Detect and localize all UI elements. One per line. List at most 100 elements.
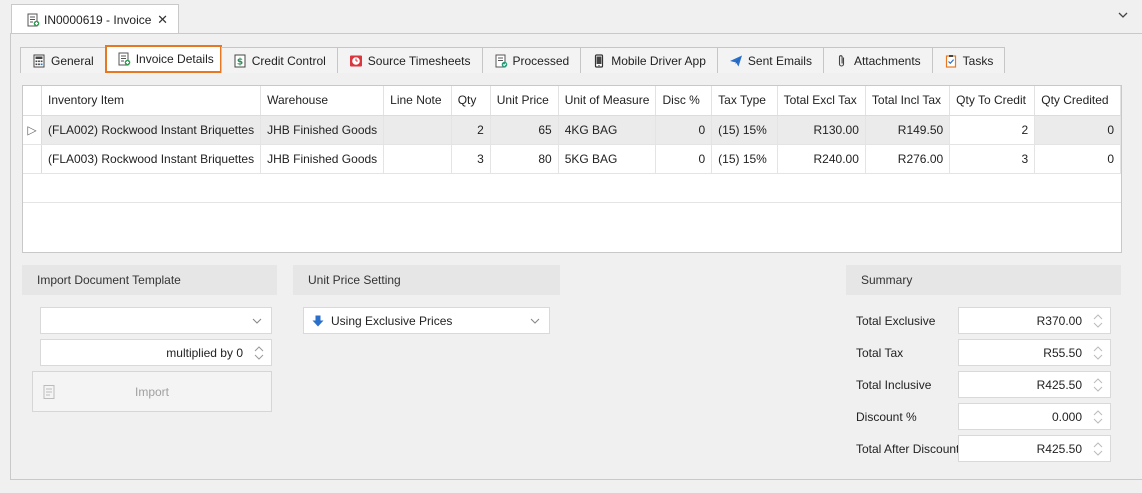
column-header-qty[interactable]: Qty bbox=[451, 86, 491, 116]
new-row-placeholder[interactable] bbox=[41, 173, 1121, 203]
total-after-discount-field[interactable]: R425.50 bbox=[958, 435, 1111, 462]
cell-qty-credited[interactable]: 0 bbox=[1034, 115, 1121, 145]
tab-label: Credit Control bbox=[251, 53, 326, 68]
chevron-down-icon[interactable] bbox=[529, 315, 541, 327]
tab-sent-emails[interactable]: Sent Emails bbox=[716, 47, 824, 73]
total-exclusive-field[interactable]: R370.00 bbox=[958, 307, 1111, 334]
row-indicator[interactable]: ▷ bbox=[23, 115, 42, 145]
import-document-icon bbox=[41, 384, 57, 400]
cell-line-note[interactable] bbox=[383, 144, 452, 174]
svg-text:$: $ bbox=[237, 57, 243, 67]
cell-inventory-item[interactable]: (FLA002) Rockwood Instant Briquettes bbox=[41, 115, 262, 145]
grid-header-row: Inventory Item Warehouse Line Note Qty U… bbox=[23, 86, 1121, 116]
tab-attachments[interactable]: Attachments bbox=[822, 47, 933, 73]
cell-qty-credited[interactable]: 0 bbox=[1034, 144, 1121, 174]
invoice-lines-table: Inventory Item Warehouse Line Note Qty U… bbox=[23, 86, 1121, 203]
row-indicator[interactable] bbox=[23, 173, 42, 203]
cell-total-excl-tax[interactable]: R240.00 bbox=[777, 144, 866, 174]
tab-invoice-details[interactable]: Invoice Details bbox=[104, 45, 222, 73]
document-tab[interactable]: IN0000619 - Invoice ✕ bbox=[11, 4, 179, 34]
column-header-disc[interactable]: Disc % bbox=[655, 86, 713, 116]
invoice-lines-grid[interactable]: Inventory Item Warehouse Line Note Qty U… bbox=[22, 85, 1122, 253]
cell-unit-of-measure[interactable]: 4KG BAG bbox=[558, 115, 657, 145]
import-button-label: Import bbox=[134, 384, 169, 399]
tab-label: Processed bbox=[512, 53, 570, 68]
cell-qty[interactable]: 3 bbox=[451, 144, 491, 174]
column-header-qty-to-credit[interactable]: Qty To Credit bbox=[949, 86, 1036, 116]
column-header-total-excl-tax[interactable]: Total Excl Tax bbox=[777, 86, 866, 116]
column-header-unit-price[interactable]: Unit Price bbox=[490, 86, 559, 116]
paperclip-icon bbox=[835, 54, 849, 68]
spinner-arrows-icon[interactable] bbox=[1091, 407, 1105, 427]
column-header-tax-type[interactable]: Tax Type bbox=[711, 86, 778, 116]
spinner-arrows-icon[interactable] bbox=[1091, 311, 1105, 331]
spinner-arrows-icon[interactable] bbox=[1091, 375, 1105, 395]
tab-label: Tasks bbox=[962, 53, 994, 68]
cell-qty[interactable]: 2 bbox=[451, 115, 491, 145]
invoice-content-panel: General Invoice Details $ Credit Control… bbox=[10, 33, 1142, 480]
column-header-unit-of-measure[interactable]: Unit of Measure bbox=[558, 86, 657, 116]
column-header-total-incl-tax[interactable]: Total Incl Tax bbox=[865, 86, 951, 116]
table-row-empty[interactable] bbox=[23, 173, 1121, 203]
discount-percent-field[interactable]: 0.000 bbox=[958, 403, 1111, 430]
column-header-line-note[interactable]: Line Note bbox=[383, 86, 452, 116]
cell-unit-of-measure[interactable]: 5KG BAG bbox=[558, 144, 657, 174]
document-add-icon bbox=[117, 52, 131, 66]
cell-line-note[interactable] bbox=[383, 115, 452, 145]
invoice-document-icon bbox=[26, 13, 40, 27]
unit-price-setting-header: Unit Price Setting bbox=[293, 265, 560, 295]
cell-inventory-item[interactable]: (FLA003) Rockwood Instant Briquettes bbox=[41, 144, 262, 174]
cell-total-incl-tax[interactable]: R276.00 bbox=[865, 144, 951, 174]
tab-label: Sent Emails bbox=[747, 53, 812, 68]
multiplier-spinner[interactable]: multiplied by 0 bbox=[40, 339, 272, 366]
close-tab-icon[interactable]: ✕ bbox=[157, 12, 168, 28]
table-row[interactable]: (FLA003) Rockwood Instant Briquettes JHB… bbox=[23, 144, 1121, 174]
clipboard-icon bbox=[944, 54, 958, 68]
total-inclusive-field[interactable]: R425.50 bbox=[958, 371, 1111, 398]
cell-unit-price[interactable]: 65 bbox=[490, 115, 559, 145]
cell-tax-type[interactable]: (15) 15% bbox=[711, 144, 778, 174]
unit-price-setting-value: Using Exclusive Prices bbox=[331, 313, 453, 328]
tab-label: Source Timesheets bbox=[367, 53, 471, 68]
cell-total-excl-tax[interactable]: R130.00 bbox=[777, 115, 866, 145]
spinner-arrows-icon[interactable] bbox=[1091, 439, 1105, 459]
tab-source-timesheets[interactable]: Source Timesheets bbox=[336, 47, 483, 73]
multiplier-value: multiplied by 0 bbox=[166, 345, 243, 360]
chevron-down-icon[interactable] bbox=[251, 315, 263, 327]
column-header-inventory-item[interactable]: Inventory Item bbox=[41, 86, 262, 116]
cell-warehouse[interactable]: JHB Finished Goods bbox=[260, 144, 385, 174]
total-tax-field[interactable]: R55.50 bbox=[958, 339, 1111, 366]
row-indicator[interactable] bbox=[23, 144, 42, 174]
discount-percent-value: 0.000 bbox=[1051, 409, 1082, 424]
column-header-qty-credited[interactable]: Qty Credited bbox=[1034, 86, 1121, 116]
discount-percent-label: Discount % bbox=[856, 410, 917, 424]
tab-general[interactable]: General bbox=[20, 47, 106, 73]
clock-icon bbox=[349, 54, 363, 68]
column-header-warehouse[interactable]: Warehouse bbox=[260, 86, 385, 116]
tab-mobile-driver-app[interactable]: Mobile Driver App bbox=[580, 47, 718, 73]
cell-tax-type[interactable]: (15) 15% bbox=[711, 115, 778, 145]
cell-total-incl-tax[interactable]: R149.50 bbox=[865, 115, 951, 145]
total-tax-label: Total Tax bbox=[856, 346, 904, 360]
tab-label: Mobile Driver App bbox=[611, 53, 706, 68]
import-button[interactable]: Import bbox=[32, 371, 272, 412]
template-select[interactable] bbox=[40, 307, 272, 334]
tab-processed[interactable]: Processed bbox=[481, 47, 582, 73]
tab-credit-control[interactable]: $ Credit Control bbox=[220, 47, 338, 73]
unit-price-setting-select[interactable]: Using Exclusive Prices bbox=[303, 307, 550, 334]
cell-unit-price[interactable]: 80 bbox=[490, 144, 559, 174]
spinner-arrows-icon[interactable] bbox=[1091, 343, 1105, 363]
cell-qty-to-credit[interactable]: 2 bbox=[949, 115, 1036, 145]
cell-disc[interactable]: 0 bbox=[655, 115, 713, 145]
calculator-icon bbox=[32, 54, 46, 68]
table-row[interactable]: ▷ (FLA002) Rockwood Instant Briquettes J… bbox=[23, 115, 1121, 145]
chevron-down-icon[interactable] bbox=[1116, 8, 1130, 22]
cell-disc[interactable]: 0 bbox=[655, 144, 713, 174]
total-exclusive-value: R370.00 bbox=[1036, 313, 1082, 328]
cell-qty-to-credit[interactable]: 3 bbox=[949, 144, 1036, 174]
total-inclusive-label: Total Inclusive bbox=[856, 378, 932, 392]
tab-tasks[interactable]: Tasks bbox=[931, 47, 1006, 73]
total-inclusive-value: R425.50 bbox=[1036, 377, 1082, 392]
cell-warehouse[interactable]: JHB Finished Goods bbox=[260, 115, 385, 145]
spinner-arrows-icon[interactable] bbox=[252, 343, 266, 363]
